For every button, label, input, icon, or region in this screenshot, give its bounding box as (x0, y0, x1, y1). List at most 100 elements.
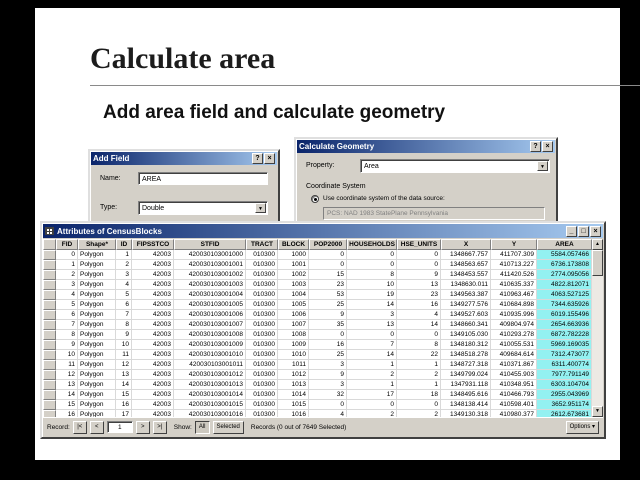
table-cell[interactable]: 14 (347, 350, 397, 360)
row-selector[interactable] (43, 330, 56, 340)
table-cell[interactable]: 7 (116, 310, 132, 320)
table-cell[interactable]: 12 (116, 360, 132, 370)
table-cell[interactable]: 1348453.557 (441, 270, 491, 280)
table-cell[interactable]: 4063.527125 (537, 290, 592, 300)
table-cell[interactable]: 42003 (132, 280, 174, 290)
table-cell[interactable]: 4 (397, 310, 441, 320)
table-cell[interactable]: 16 (309, 340, 347, 350)
chevron-down-icon[interactable]: ▼ (255, 203, 266, 213)
table-cell[interactable]: 420030103001011 (174, 360, 246, 370)
table-cell[interactable]: 9 (116, 330, 132, 340)
table-cell[interactable]: 420030103001003 (174, 280, 246, 290)
table-cell[interactable]: 14 (56, 390, 78, 400)
table-cell[interactable]: 2 (347, 410, 397, 417)
row-selector[interactable] (43, 290, 56, 300)
table-cell[interactable]: 3 (309, 360, 347, 370)
table-cell[interactable]: 420030103001016 (174, 410, 246, 417)
table-cell[interactable]: 7 (56, 320, 78, 330)
table-cell[interactable]: Polygon (78, 270, 116, 280)
table-cell[interactable]: 5584.057466 (537, 250, 592, 260)
scroll-down-icon[interactable]: ▼ (592, 406, 603, 417)
table-cell[interactable]: Polygon (78, 360, 116, 370)
type-dropdown[interactable]: Double ▼ (138, 201, 268, 215)
previous-record-button[interactable]: < (89, 420, 104, 434)
table-cell[interactable]: 2612.673681 (537, 410, 592, 417)
next-record-button[interactable]: > (135, 420, 150, 434)
close-icon[interactable]: × (590, 225, 601, 237)
table-cell[interactable]: 010300 (246, 260, 278, 270)
table-cell[interactable]: 10 (116, 340, 132, 350)
column-header-fid[interactable]: FID (56, 239, 78, 250)
table-cell[interactable]: 0 (309, 330, 347, 340)
table-cell[interactable]: Polygon (78, 250, 116, 260)
table-cell[interactable]: 1010 (278, 350, 309, 360)
table-cell[interactable]: 0 (309, 260, 347, 270)
table-cell[interactable]: 6303.104704 (537, 380, 592, 390)
table-cell[interactable]: 13 (347, 320, 397, 330)
close-icon[interactable]: × (542, 141, 553, 152)
table-cell[interactable]: 6 (56, 310, 78, 320)
row-selector[interactable] (43, 280, 56, 290)
table-cell[interactable]: 14 (347, 300, 397, 310)
table-cell[interactable]: 010300 (246, 270, 278, 280)
table-cell[interactable]: 411420.526 (491, 270, 537, 280)
help-icon[interactable]: ? (252, 153, 263, 164)
table-cell[interactable]: Polygon (78, 390, 116, 400)
table-cell[interactable]: 15 (56, 400, 78, 410)
table-cell[interactable]: 8 (56, 330, 78, 340)
vertical-scrollbar[interactable]: ▲ ▼ (592, 239, 603, 417)
table-cell[interactable]: 32 (309, 390, 347, 400)
table-cell[interactable]: 0 (309, 400, 347, 410)
scrollbar-thumb[interactable] (592, 250, 603, 276)
column-header-shape[interactable]: Shape* (78, 239, 116, 250)
table-cell[interactable]: 1016 (278, 410, 309, 417)
table-cell[interactable]: 5969.169035 (537, 340, 592, 350)
table-cell[interactable]: 18 (397, 390, 441, 400)
table-cell[interactable]: 1349130.318 (441, 410, 491, 417)
table-cell[interactable]: 410466.793 (491, 390, 537, 400)
table-cell[interactable]: 9 (397, 270, 441, 280)
minimize-icon[interactable]: _ (566, 225, 577, 237)
table-cell[interactable]: 420030103001010 (174, 350, 246, 360)
table-cell[interactable]: 1014 (278, 390, 309, 400)
table-cell[interactable]: 420030103001001 (174, 260, 246, 270)
table-cell[interactable]: 0 (347, 330, 397, 340)
table-cell[interactable]: 22 (397, 350, 441, 360)
table-cell[interactable]: Polygon (78, 280, 116, 290)
table-cell[interactable]: 410598.401 (491, 400, 537, 410)
table-cell[interactable]: 1000 (278, 250, 309, 260)
table-cell[interactable]: 13 (397, 280, 441, 290)
table-cell[interactable]: 410348.951 (491, 380, 537, 390)
table-cell[interactable]: 42003 (132, 290, 174, 300)
table-cell[interactable]: 13 (116, 370, 132, 380)
table-cell[interactable]: Polygon (78, 290, 116, 300)
table-cell[interactable]: 1 (116, 250, 132, 260)
table-cell[interactable]: 42003 (132, 320, 174, 330)
table-cell[interactable]: 1348563.657 (441, 260, 491, 270)
table-cell[interactable]: 410371.867 (491, 360, 537, 370)
table-cell[interactable]: 1348727.318 (441, 360, 491, 370)
table-cell[interactable]: Polygon (78, 310, 116, 320)
table-cell[interactable]: 3 (309, 380, 347, 390)
table-cell[interactable]: 23 (397, 290, 441, 300)
table-cell[interactable]: 410684.898 (491, 300, 537, 310)
table-cell[interactable]: Polygon (78, 410, 116, 417)
table-cell[interactable]: 1013 (278, 380, 309, 390)
table-cell[interactable]: 410935.996 (491, 310, 537, 320)
table-cell[interactable]: 410635.337 (491, 280, 537, 290)
table-cell[interactable]: 420030103001005 (174, 300, 246, 310)
table-cell[interactable]: 0 (309, 250, 347, 260)
column-header-y[interactable]: Y (491, 239, 537, 250)
table-cell[interactable]: 410293.278 (491, 330, 537, 340)
table-cell[interactable]: 1347931.118 (441, 380, 491, 390)
table-cell[interactable]: 42003 (132, 250, 174, 260)
table-cell[interactable]: 1 (347, 360, 397, 370)
close-icon[interactable]: × (264, 153, 275, 164)
table-cell[interactable]: 2774.095056 (537, 270, 592, 280)
table-cell[interactable]: Polygon (78, 330, 116, 340)
table-cell[interactable]: 35 (309, 320, 347, 330)
table-cell[interactable]: 2 (397, 370, 441, 380)
table-cell[interactable]: 010300 (246, 340, 278, 350)
name-field[interactable]: AREA (138, 172, 268, 185)
column-header-hseunits[interactable]: HSE_UNITS (397, 239, 441, 250)
